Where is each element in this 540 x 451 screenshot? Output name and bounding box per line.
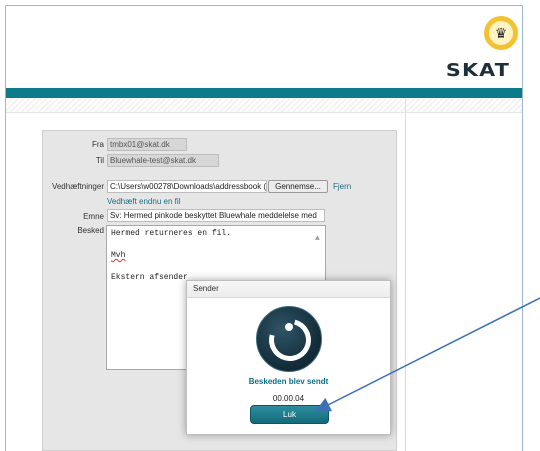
pointer-arrow-icon (315, 297, 540, 412)
